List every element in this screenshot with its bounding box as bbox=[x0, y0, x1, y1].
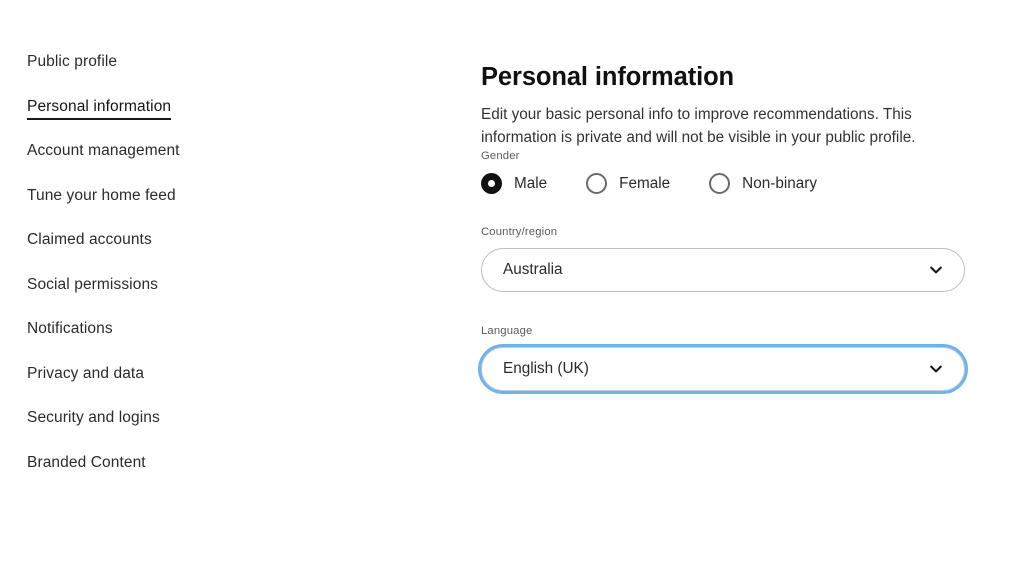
sidebar-item-claimed-accounts[interactable]: Claimed accounts bbox=[27, 226, 152, 254]
radio-unselected-icon bbox=[586, 173, 608, 194]
page-description: Edit your basic personal info to improve… bbox=[481, 106, 916, 147]
gender-label: Gender bbox=[481, 150, 520, 162]
language-focus-ring: English (UK) bbox=[478, 344, 968, 394]
gender-field: Gender Male Female Non-binary bbox=[481, 149, 817, 194]
gender-option-male[interactable]: Male bbox=[481, 173, 547, 194]
country-region-ring: Australia bbox=[481, 248, 965, 292]
sidebar-item-account-management[interactable]: Account management bbox=[27, 137, 180, 165]
sidebar-item-label: Personal information bbox=[27, 97, 172, 115]
sidebar-item-branded-content[interactable]: Branded Content bbox=[27, 449, 146, 477]
language-label: Language bbox=[481, 325, 533, 337]
sidebar-item-label: Account management bbox=[27, 142, 180, 159]
settings-sidebar: Public profile Personal information Acco… bbox=[0, 0, 440, 576]
language-select-wrap: English (UK) bbox=[478, 344, 968, 394]
sidebar-item-label: Security and logins bbox=[27, 409, 160, 426]
language-field: Language English (UK) bbox=[478, 324, 968, 394]
chevron-down-icon bbox=[928, 262, 944, 278]
sidebar-item-label: Public profile bbox=[27, 53, 118, 70]
active-item-underline bbox=[27, 117, 172, 120]
sidebar-item-security-and-logins[interactable]: Security and logins bbox=[27, 404, 160, 432]
language-select[interactable]: English (UK) bbox=[481, 347, 965, 391]
radio-selected-icon bbox=[481, 173, 502, 194]
country-region-label: Country/region bbox=[481, 226, 558, 238]
sidebar-item-label: Branded Content bbox=[27, 453, 146, 471]
settings-page: Public profile Personal information Acco… bbox=[0, 0, 1024, 576]
page-title: Personal information bbox=[481, 63, 735, 92]
country-region-select-wrap: Australia bbox=[481, 248, 965, 292]
sidebar-item-label: Privacy and data bbox=[27, 364, 145, 382]
gender-option-female[interactable]: Female bbox=[586, 173, 670, 194]
sidebar-item-label: Social permissions bbox=[27, 275, 159, 293]
sidebar-item-label: Claimed accounts bbox=[27, 231, 152, 248]
gender-option-label: Female bbox=[619, 174, 671, 192]
country-region-select[interactable]: Australia bbox=[481, 248, 965, 292]
sidebar-item-personal-information[interactable]: Personal information bbox=[27, 93, 172, 121]
radio-unselected-icon bbox=[709, 173, 731, 194]
sidebar-item-public-profile[interactable]: Public profile bbox=[27, 48, 117, 76]
country-region-value: Australia bbox=[503, 261, 563, 278]
sidebar-item-tune-your-home-feed[interactable]: Tune your home feed bbox=[27, 182, 176, 210]
sidebar-item-label: Notifications bbox=[27, 320, 113, 337]
language-value: English (UK) bbox=[503, 360, 589, 377]
gender-option-label: Non-binary bbox=[742, 174, 817, 192]
gender-radio-group: Male Female Non-binary bbox=[481, 173, 817, 194]
sidebar-item-social-permissions[interactable]: Social permissions bbox=[27, 271, 158, 299]
sidebar-item-privacy-and-data[interactable]: Privacy and data bbox=[27, 360, 144, 388]
gender-option-label: Male bbox=[514, 174, 548, 192]
sidebar-item-label: Tune your home feed bbox=[27, 186, 176, 204]
sidebar-item-notifications[interactable]: Notifications bbox=[27, 315, 113, 343]
chevron-down-icon bbox=[928, 361, 944, 377]
gender-option-non-binary[interactable]: Non-binary bbox=[709, 173, 817, 194]
country-region-field: Country/region Australia bbox=[481, 225, 965, 292]
personal-information-panel: Personal information Edit your basic per… bbox=[478, 0, 1024, 576]
